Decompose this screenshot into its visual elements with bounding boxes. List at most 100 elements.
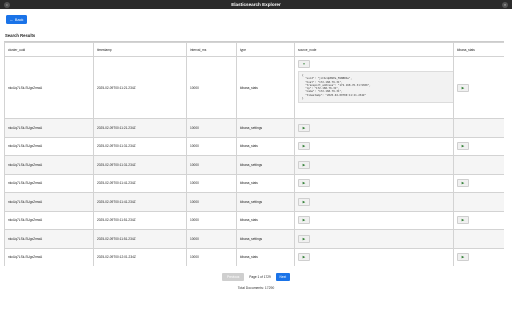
cell-interval-ms: 10000 — [186, 247, 237, 266]
expand-toggle-icon[interactable]: ▶ — [298, 179, 310, 188]
cell-type: kibana_settings — [236, 118, 295, 138]
expand-toggle-icon[interactable]: ▶ — [298, 197, 310, 206]
cell-source-node: ▶ — [294, 136, 454, 156]
cell-source-node: ▶ — [294, 173, 454, 193]
table-row: nkcUq7LSk-SUgxZmwA 2025-02-09T00:11:31.23… — [4, 155, 504, 175]
cell-source-node: ▶ — [294, 192, 454, 212]
expand-toggle-icon[interactable]: ▶ — [298, 234, 310, 243]
expand-toggle-icon[interactable]: ▶ — [298, 123, 310, 132]
cell-source-node: ▾ { "uuid": "jcCbcqbBSEe_M1NBRSe", "host"… — [294, 56, 454, 119]
cell-cluster-uuid: nkcUq7LSk-SUgxZmwA — [4, 56, 94, 119]
next-page-button[interactable]: Next — [275, 272, 290, 281]
cell-timestamp: 2025-02-09T00:11:31.234Z — [93, 155, 187, 175]
cell-cluster-uuid: nkcUq7LSk-SUgxZmwA — [4, 118, 94, 138]
table-header-row: cluster_uuid timestamp interval_ms type … — [4, 42, 504, 57]
table-row: nkcUq7LSk-SUgxZmwA 2025-02-09T00:11:51.23… — [4, 229, 504, 249]
page-title: Search Results — [5, 33, 36, 38]
window-title: Elasticsearch Explorer — [231, 2, 281, 7]
column-header[interactable]: source_node — [294, 42, 454, 57]
cell-timestamp: 2025-02-09T00:11:31.234Z — [93, 136, 187, 156]
column-header[interactable]: cluster_uuid — [4, 42, 94, 57]
cell-interval-ms: 10000 — [186, 56, 237, 119]
expand-toggle-icon[interactable]: ▶ — [457, 253, 469, 262]
cell-source-node: ▶ — [294, 118, 454, 138]
table-row: nkcUq7LSk-SUgxZmwA 2025-02-09T00:11:21.23… — [4, 56, 504, 119]
cell-timestamp: 2025-02-09T00:11:21.234Z — [93, 56, 187, 119]
cell-interval-ms: 10000 — [186, 229, 237, 249]
cell-cluster-uuid: nkcUq7LSk-SUgxZmwA — [4, 173, 94, 193]
cell-interval-ms: 10000 — [186, 192, 237, 212]
cell-cluster-uuid: nkcUq7LSk-SUgxZmwA — [4, 155, 94, 175]
column-header[interactable]: type — [236, 42, 295, 57]
expand-toggle-icon[interactable]: ▶ — [457, 142, 469, 151]
cell-interval-ms: 10000 — [186, 136, 237, 156]
column-header[interactable]: timestamp — [93, 42, 187, 57]
page-indicator: Page 1 of 1729 — [249, 274, 271, 279]
cell-kibana-stats: ▶ — [453, 173, 504, 193]
results-table: cluster_uuid timestamp interval_ms type … — [4, 42, 504, 266]
window-menu-icon[interactable]: • — [4, 1, 10, 8]
cell-kibana-stats — [453, 192, 504, 212]
table-row: nkcUq7LSk-SUgxZmwA 2025-02-09T00:11:41.23… — [4, 192, 504, 212]
cell-timestamp: 2025-02-09T00:11:51.234Z — [93, 210, 187, 230]
previous-page-button[interactable]: Previous — [222, 272, 245, 281]
cell-timestamp: 2025-02-09T00:11:41.234Z — [93, 192, 187, 212]
cell-cluster-uuid: nkcUq7LSk-SUgxZmwA — [4, 192, 94, 212]
table-row: nkcUq7LSk-SUgxZmwA 2025-02-09T00:11:31.23… — [4, 136, 504, 156]
expand-toggle-icon[interactable]: ▶ — [298, 253, 310, 262]
cell-timestamp: 2025-02-09T00:12:01.234Z — [93, 247, 187, 266]
cell-kibana-stats — [453, 155, 504, 175]
cell-kibana-stats: ▶ — [453, 247, 504, 266]
back-button[interactable]: ← Back — [6, 15, 27, 24]
cell-kibana-stats: ▶ — [453, 136, 504, 156]
cell-cluster-uuid: nkcUq7LSk-SUgxZmwA — [4, 229, 94, 249]
cell-cluster-uuid: nkcUq7LSk-SUgxZmwA — [4, 136, 94, 156]
cell-type: kibana_stats — [236, 210, 295, 230]
table-row: nkcUq7LSk-SUgxZmwA 2025-02-09T00:12:01.23… — [4, 247, 504, 266]
expand-toggle-icon[interactable]: ▶ — [457, 216, 469, 225]
table-row: nkcUq7LSk-SUgxZmwA 2025-02-09T00:11:21.23… — [4, 118, 504, 138]
expand-toggle-icon[interactable]: ▶ — [298, 160, 310, 169]
cell-kibana-stats — [453, 229, 504, 249]
cell-type: kibana_settings — [236, 192, 295, 212]
pagination: Previous Page 1 of 1729 Next — [0, 272, 512, 281]
table-row: nkcUq7LSk-SUgxZmwA 2025-02-09T00:11:41.23… — [4, 173, 504, 193]
table-row: nkcUq7LSk-SUgxZmwA 2025-02-09T00:11:51.23… — [4, 210, 504, 230]
cell-interval-ms: 10000 — [186, 118, 237, 138]
column-header[interactable]: kibana_stats — [453, 42, 504, 57]
cell-type: kibana_stats — [236, 136, 295, 156]
cell-source-node: ▶ — [294, 210, 454, 230]
cell-kibana-stats — [453, 118, 504, 138]
cell-kibana-stats: ▶ — [453, 210, 504, 230]
expand-toggle-icon[interactable]: ▶ — [298, 216, 310, 225]
title-bar: Elasticsearch Explorer • × — [0, 0, 512, 9]
cell-source-node: ▶ — [294, 229, 454, 249]
close-icon[interactable]: × — [502, 1, 508, 8]
results-table-container[interactable]: cluster_uuid timestamp interval_ms type … — [4, 41, 504, 266]
cell-source-node: ▶ — [294, 247, 454, 266]
table-body: nkcUq7LSk-SUgxZmwA 2025-02-09T00:11:21.23… — [4, 56, 504, 266]
expand-toggle-icon[interactable]: ▶ — [457, 179, 469, 188]
collapse-toggle-icon[interactable]: ▾ — [298, 60, 310, 68]
cell-interval-ms: 10000 — [186, 155, 237, 175]
cell-type: kibana_settings — [236, 155, 295, 175]
expand-toggle-icon[interactable]: ▶ — [298, 142, 310, 151]
cell-timestamp: 2025-02-09T00:11:51.234Z — [93, 229, 187, 249]
cell-source-node: ▶ — [294, 155, 454, 175]
cell-cluster-uuid: nkcUq7LSk-SUgxZmwA — [4, 210, 94, 230]
cell-type: kibana_settings — [236, 229, 295, 249]
cell-type: kibana_stats — [236, 56, 295, 119]
cell-type: kibana_stats — [236, 173, 295, 193]
cell-cluster-uuid: nkcUq7LSk-SUgxZmwA — [4, 247, 94, 266]
cell-interval-ms: 10000 — [186, 210, 237, 230]
cell-kibana-stats: ▶ — [453, 56, 504, 119]
source-node-json: { "uuid": "jcCbcqbBSEe_M1NBRSe", "host":… — [298, 71, 453, 104]
cell-timestamp: 2025-02-09T00:11:21.234Z — [93, 118, 187, 138]
total-documents: Total Documents: 17290 — [237, 286, 275, 290]
cell-type: kibana_stats — [236, 247, 295, 266]
expand-toggle-icon[interactable]: ▶ — [457, 83, 469, 92]
column-header[interactable]: interval_ms — [186, 42, 237, 57]
back-button-label: Back — [14, 17, 24, 22]
arrow-left-icon: ← — [9, 17, 14, 22]
cell-timestamp: 2025-02-09T00:11:41.234Z — [93, 173, 187, 193]
